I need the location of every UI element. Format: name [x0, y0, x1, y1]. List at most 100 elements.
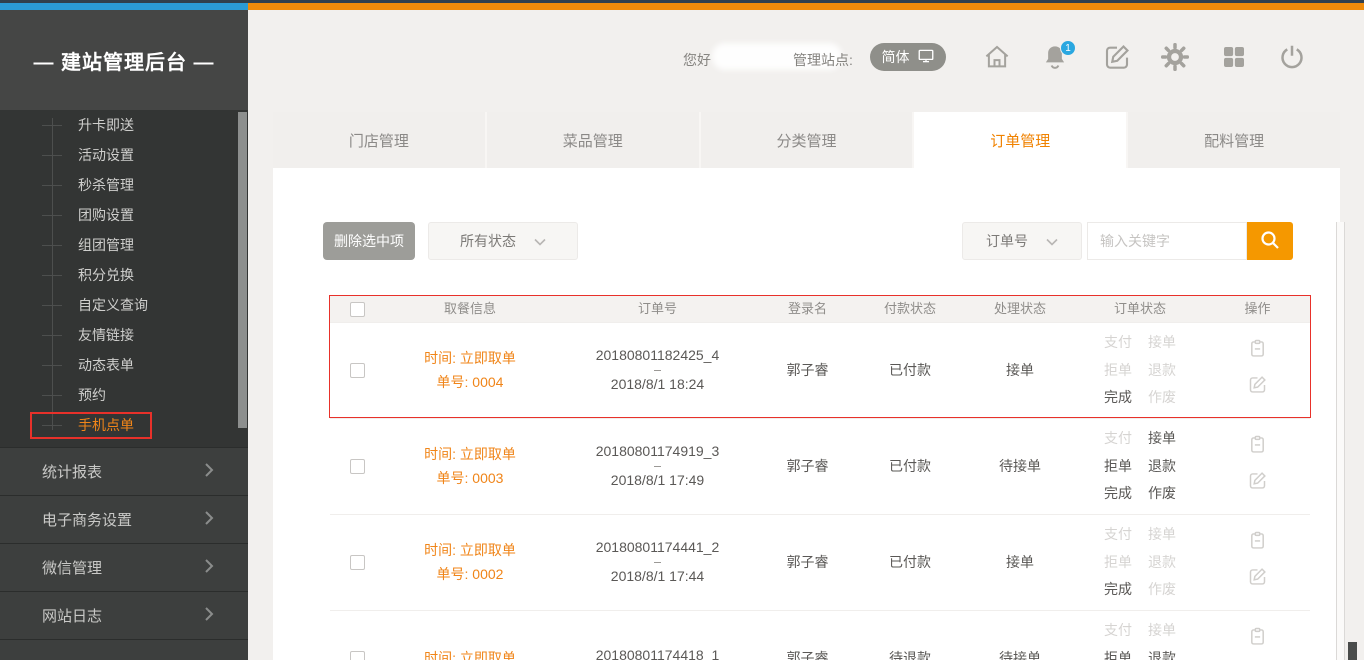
- sidebar-item-group-buy[interactable]: 团购设置: [0, 200, 248, 230]
- status-link-pay[interactable]: 支付: [1104, 619, 1132, 643]
- edit-order-icon[interactable]: [1247, 374, 1268, 403]
- status-link-accept[interactable]: 接单: [1148, 619, 1176, 643]
- chevron-right-icon: [204, 606, 214, 626]
- col-header-actions: 操作: [1205, 298, 1310, 320]
- sidebar-group-wechat[interactable]: 微信管理: [0, 543, 248, 591]
- copy-clipboard-icon[interactable]: [1247, 434, 1268, 463]
- topbar-orange-segment: [248, 3, 1364, 10]
- chevron-down-icon: [534, 233, 546, 249]
- search-field-dropdown[interactable]: 订单号: [962, 222, 1082, 260]
- edit-order-icon[interactable]: [1247, 470, 1268, 499]
- sidebar-item-mobile-ordering[interactable]: 手机点单: [0, 410, 248, 440]
- search-icon: [1258, 228, 1282, 255]
- sidebar-item-reservation[interactable]: 预约: [0, 380, 248, 410]
- sidebar-item-flash-sale[interactable]: 秒杀管理: [0, 170, 248, 200]
- copy-clipboard-icon[interactable]: [1247, 338, 1268, 367]
- status-link-accept[interactable]: 接单: [1148, 523, 1176, 547]
- tab-dish-management[interactable]: 菜品管理: [487, 112, 701, 168]
- status-link-pay[interactable]: 支付: [1104, 523, 1132, 547]
- order-number: 20180801174919_3: [596, 440, 720, 464]
- status-link-reject[interactable]: 拒单: [1104, 455, 1132, 479]
- status-link-void[interactable]: 作废: [1148, 386, 1176, 410]
- sidebar-group-statistics[interactable]: 统计报表: [0, 447, 248, 495]
- row-checkbox[interactable]: [350, 651, 365, 660]
- status-link-accept[interactable]: 接单: [1148, 427, 1176, 451]
- status-link-void[interactable]: 作废: [1148, 482, 1176, 506]
- row-checkbox[interactable]: [350, 363, 365, 378]
- status-link-refund[interactable]: 退款: [1148, 647, 1176, 660]
- table-row: 时间: 立即取单 20180801174418_1 郭子睿 待退款 待接单 支付…: [330, 610, 1310, 660]
- delete-selected-button[interactable]: 删除选中项: [323, 222, 415, 260]
- group-label: 网站日志: [42, 605, 102, 626]
- tab-store-management[interactable]: 门店管理: [273, 112, 487, 168]
- status-link-refund[interactable]: 退款: [1148, 359, 1176, 383]
- status-link-void[interactable]: 作废: [1148, 578, 1176, 602]
- sidebar-group-ecommerce[interactable]: 电子商务设置: [0, 495, 248, 543]
- sidebar-item-card-gift[interactable]: 升卡即送: [0, 110, 248, 140]
- power-logout-icon[interactable]: [1277, 42, 1307, 72]
- login-name: 郭子睿: [760, 551, 855, 575]
- sidebar-item-points-exchange[interactable]: 积分兑换: [0, 260, 248, 290]
- payment-status: 已付款: [855, 551, 965, 575]
- apps-grid-icon[interactable]: [1219, 42, 1249, 72]
- copy-clipboard-icon[interactable]: [1247, 626, 1268, 655]
- sidebar-group-site-logs[interactable]: 网站日志: [0, 591, 248, 639]
- process-status: 接单: [965, 551, 1075, 575]
- sidebar-scrollbar-thumb[interactable]: [238, 112, 247, 428]
- window-scrollbar-thumb[interactable]: [1348, 642, 1357, 660]
- sidebar-item-dynamic-forms[interactable]: 动态表单: [0, 350, 248, 380]
- status-link-refund[interactable]: 退款: [1148, 551, 1176, 575]
- monitor-icon: [917, 47, 935, 68]
- sidebar-item-activity-settings[interactable]: 活动设置: [0, 140, 248, 170]
- status-link-reject[interactable]: 拒单: [1104, 647, 1132, 660]
- orders-table: 取餐信息 订单号 登录名 付款状态 处理状态 订单状态 操作 时间: 立即取单 …: [330, 296, 1310, 660]
- sidebar-item-friend-links[interactable]: 友情链接: [0, 320, 248, 350]
- tab-ingredient-management[interactable]: 配料管理: [1128, 112, 1340, 168]
- copy-clipboard-icon[interactable]: [1247, 530, 1268, 559]
- order-number: 20180801174441_2: [596, 536, 720, 560]
- notification-badge: 1: [1060, 40, 1076, 56]
- status-link-refund[interactable]: 退款: [1148, 455, 1176, 479]
- process-status: 待接单: [965, 647, 1075, 660]
- pickup-number: 单号: 0002: [437, 563, 504, 587]
- settings-gear-icon[interactable]: [1160, 42, 1190, 72]
- edit-order-icon[interactable]: [1247, 566, 1268, 595]
- chevron-down-icon: [1046, 233, 1058, 249]
- row-checkbox[interactable]: [350, 459, 365, 474]
- pickup-time: 时间: 立即取单: [424, 347, 516, 371]
- chevron-right-icon: [204, 510, 214, 530]
- search-field-value: 订单号: [986, 231, 1028, 251]
- row-checkbox[interactable]: [350, 555, 365, 570]
- home-icon[interactable]: [982, 42, 1012, 72]
- table-row: 时间: 立即取单 单号: 0003 20180801174919_3 2018/…: [330, 418, 1310, 514]
- content-scrollbar-track[interactable]: [1336, 222, 1345, 660]
- status-filter-dropdown[interactable]: 所有状态: [428, 222, 578, 260]
- process-status: 待接单: [965, 455, 1075, 479]
- pickup-time: 时间: 立即取单: [424, 539, 516, 563]
- tab-category-management[interactable]: 分类管理: [701, 112, 915, 168]
- table-row: 时间: 立即取单 单号: 0004 20180801182425_4 2018/…: [330, 322, 1310, 418]
- status-link-reject[interactable]: 拒单: [1104, 551, 1132, 575]
- sidebar-item-team-manage[interactable]: 组团管理: [0, 230, 248, 260]
- tab-order-management[interactable]: 订单管理: [914, 112, 1128, 168]
- status-link-complete[interactable]: 完成: [1104, 482, 1132, 506]
- status-link-complete[interactable]: 完成: [1104, 578, 1132, 602]
- status-link-complete[interactable]: 完成: [1104, 386, 1132, 410]
- status-link-reject[interactable]: 拒单: [1104, 359, 1132, 383]
- language-switch-button[interactable]: 简体: [870, 43, 946, 71]
- keyword-search-input[interactable]: [1087, 222, 1247, 260]
- status-link-pay[interactable]: 支付: [1104, 427, 1132, 451]
- table-header-row: 取餐信息 订单号 登录名 付款状态 处理状态 订单状态 操作: [330, 296, 1310, 322]
- col-header-order-status: 订单状态: [1075, 298, 1205, 320]
- search-button[interactable]: [1247, 222, 1293, 260]
- status-link-pay[interactable]: 支付: [1104, 331, 1132, 355]
- select-all-checkbox[interactable]: [350, 302, 365, 317]
- process-status: 接单: [965, 359, 1075, 383]
- payment-status: 已付款: [855, 455, 965, 479]
- order-date: 2018/8/1 17:44: [611, 565, 704, 589]
- status-link-accept[interactable]: 接单: [1148, 331, 1176, 355]
- login-name: 郭子睿: [760, 455, 855, 479]
- compose-edit-icon[interactable]: [1102, 42, 1132, 72]
- sidebar-item-custom-query[interactable]: 自定义查询: [0, 290, 248, 320]
- group-label: 电子商务设置: [42, 509, 132, 530]
